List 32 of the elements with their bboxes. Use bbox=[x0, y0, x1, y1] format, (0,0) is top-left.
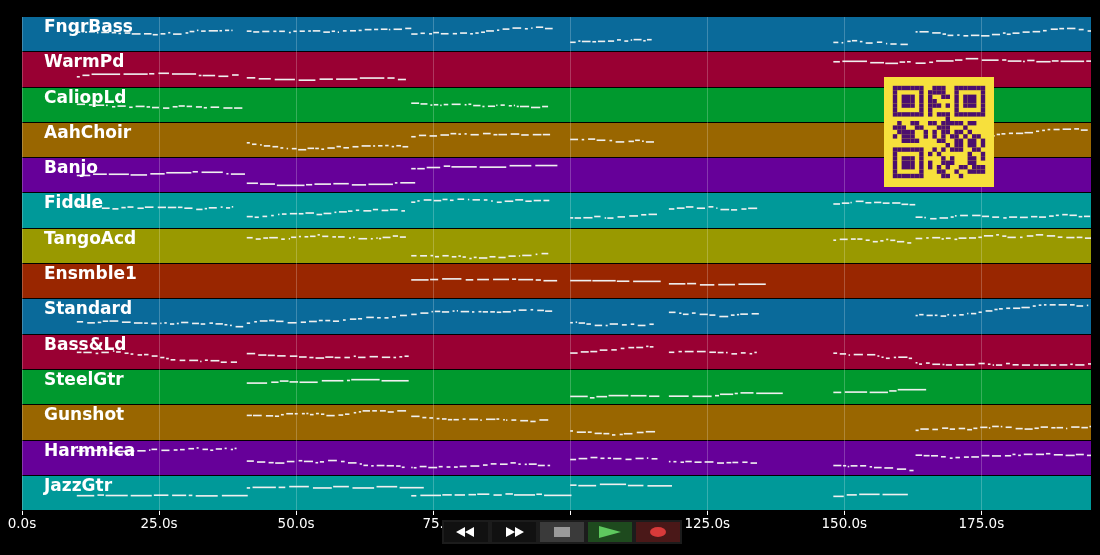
track-name: TangoAcd bbox=[44, 227, 137, 248]
axis-tick-label: 175.0s bbox=[958, 515, 1005, 532]
track-name: Gunshot bbox=[44, 404, 125, 425]
axis-tick-label: 25.0s bbox=[140, 515, 178, 532]
rewind-button[interactable] bbox=[444, 522, 488, 542]
qr-code-icon bbox=[884, 77, 994, 187]
axis-tick-label: 75. bbox=[422, 515, 444, 532]
record-icon bbox=[650, 527, 666, 537]
track-name: Bass&Ld bbox=[44, 333, 127, 354]
track-name: JazzGtr bbox=[44, 474, 113, 495]
track-name: Banjo bbox=[44, 157, 99, 178]
rewind-icon bbox=[456, 527, 476, 537]
stop-icon bbox=[554, 527, 570, 537]
axis-tick-label: 125.0s bbox=[684, 515, 731, 532]
play-button[interactable] bbox=[588, 522, 632, 542]
stop-button[interactable] bbox=[540, 522, 584, 542]
track-name: FngrBass bbox=[44, 16, 133, 36]
fast-forward-button[interactable] bbox=[492, 522, 536, 542]
axis-tick-label: 50.0s bbox=[277, 515, 315, 532]
track-name: CaliopLd bbox=[44, 86, 127, 107]
track-name: WarmPd bbox=[44, 51, 125, 72]
fast-forward-icon bbox=[504, 527, 524, 537]
track-name: SteelGtr bbox=[44, 368, 124, 389]
track-name: AahChoir bbox=[44, 121, 132, 142]
record-button[interactable] bbox=[636, 522, 680, 542]
play-icon bbox=[599, 526, 621, 538]
track-name: Ensmble1 bbox=[44, 263, 137, 284]
track-name: Standard bbox=[44, 298, 133, 319]
track-name: Harmnica bbox=[44, 439, 136, 460]
axis-tick-label: 0.0s bbox=[7, 515, 37, 532]
axis-tick-label: 150.0s bbox=[821, 515, 868, 532]
track-name: Fiddle bbox=[44, 192, 104, 213]
